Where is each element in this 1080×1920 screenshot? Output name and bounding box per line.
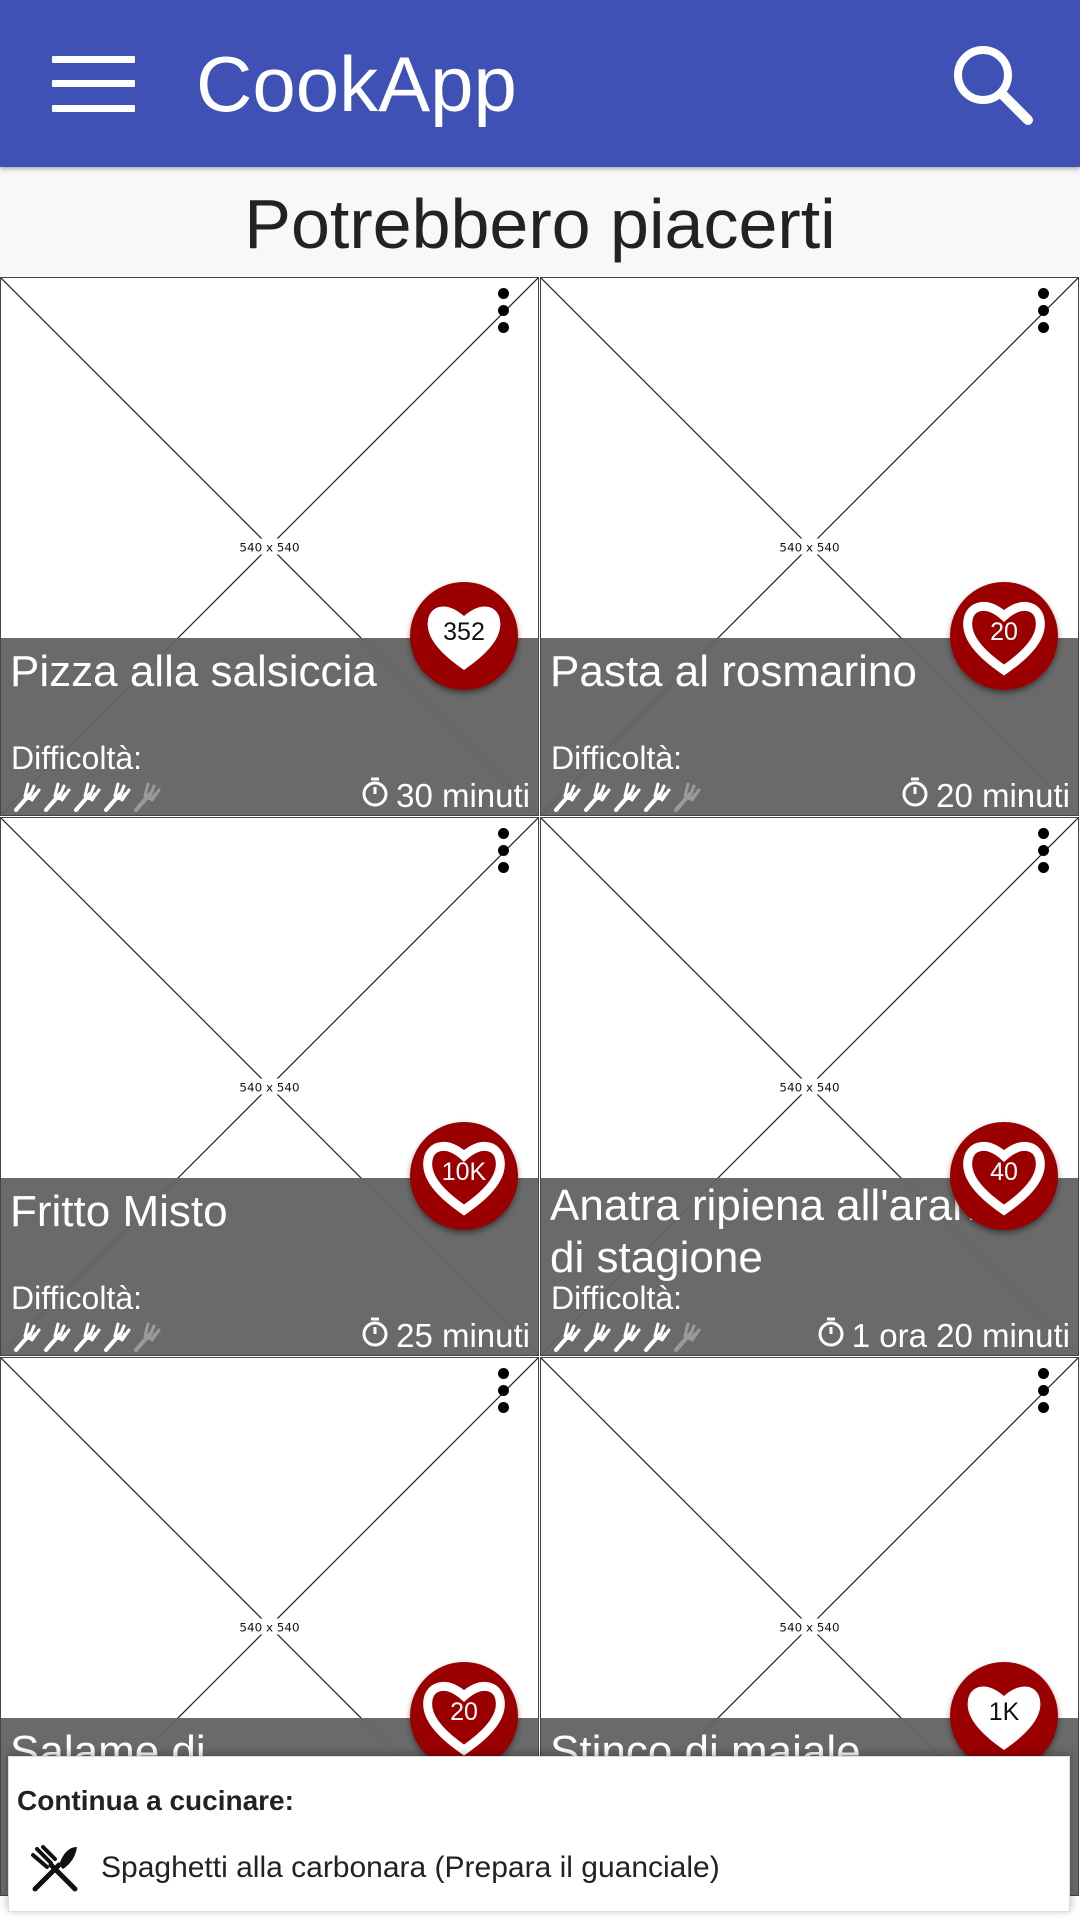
fork-icon-active bbox=[43, 1318, 73, 1352]
continue-cooking-item[interactable]: Spaghetti alla carbonara (Prepara il gua… bbox=[9, 1835, 1069, 1903]
continue-cooking-title: Continua a cucinare: bbox=[17, 1785, 294, 1816]
recipe-name: Pizza alla salsiccia bbox=[10, 647, 377, 696]
placeholder-label: 540 x 540 bbox=[779, 1620, 839, 1634]
continue-cooking-panel: Continua a cucinare: Spaghetti alla carb… bbox=[8, 1756, 1070, 1912]
recipe-name: Fritto Misto bbox=[10, 1187, 228, 1236]
fork-icon-active bbox=[613, 778, 643, 812]
like-count: 20 bbox=[450, 1698, 478, 1726]
difficulty-label: Difficoltà: bbox=[551, 1280, 683, 1316]
fork-icon-active bbox=[553, 778, 583, 812]
cook-time-text: 1 ora 20 minuti bbox=[851, 1317, 1070, 1354]
like-count: 352 bbox=[443, 618, 485, 646]
more-options-icon[interactable] bbox=[492, 826, 516, 876]
fork-icon-active bbox=[13, 1318, 43, 1352]
difficulty-label: Difficoltà: bbox=[11, 1280, 143, 1316]
continue-cooking-text: Spaghetti alla carbonara (Prepara il gua… bbox=[101, 1851, 720, 1884]
difficulty-rating bbox=[553, 778, 703, 812]
like-count: 20 bbox=[990, 618, 1018, 646]
cook-time: 30 minuti bbox=[360, 776, 530, 815]
difficulty-rating bbox=[13, 778, 163, 812]
like-count: 10K bbox=[441, 1158, 487, 1186]
like-button[interactable]: 1K bbox=[950, 1662, 1058, 1770]
timer-icon bbox=[360, 1316, 396, 1355]
recipe-card[interactable]: 540 x 540 Pasta al rosmarino Difficoltà: 20… bbox=[540, 277, 1079, 816]
fork-icon-inactive bbox=[673, 1318, 703, 1352]
fork-icon-active bbox=[583, 778, 613, 812]
fork-icon-active bbox=[553, 1318, 583, 1352]
fork-icon-active bbox=[583, 1318, 613, 1352]
like-button[interactable]: 10K bbox=[410, 1122, 518, 1230]
cook-time-text: 30 minuti bbox=[396, 777, 530, 814]
more-options-icon[interactable] bbox=[1032, 286, 1056, 336]
more-options-icon[interactable] bbox=[1032, 1366, 1056, 1416]
like-button[interactable]: 40 bbox=[950, 1122, 1058, 1230]
difficulty-label: Difficoltà: bbox=[11, 740, 143, 776]
cook-time: 25 minuti bbox=[360, 1316, 530, 1355]
placeholder-label: 540 x 540 bbox=[779, 1080, 839, 1094]
recipe-name: Pasta al rosmarino bbox=[550, 647, 917, 696]
difficulty-rating bbox=[13, 1318, 163, 1352]
placeholder-label: 540 x 540 bbox=[239, 1080, 299, 1094]
fork-icon-active bbox=[103, 778, 133, 812]
like-button[interactable]: 20 bbox=[410, 1662, 518, 1770]
fork-icon-active bbox=[103, 1318, 133, 1352]
fork-icon-active bbox=[643, 1318, 673, 1352]
timer-icon bbox=[360, 776, 396, 815]
cook-time: 1 ora 20 minuti bbox=[816, 1316, 1070, 1355]
recipe-card[interactable]: 540 x 540 Fritto Misto Difficoltà: 25 minut… bbox=[0, 817, 539, 1356]
timer-icon bbox=[900, 776, 936, 815]
fork-icon-active bbox=[643, 778, 673, 812]
placeholder-label: 540 x 540 bbox=[239, 540, 299, 554]
like-count: 1K bbox=[988, 1698, 1020, 1726]
fork-icon-active bbox=[13, 778, 43, 812]
timer-icon bbox=[816, 1316, 852, 1355]
cook-time: 20 minuti bbox=[900, 776, 1070, 815]
difficulty-rating bbox=[553, 1318, 703, 1352]
placeholder-label: 540 x 540 bbox=[239, 1620, 299, 1634]
fork-icon-inactive bbox=[133, 778, 163, 812]
fork-icon-inactive bbox=[673, 778, 703, 812]
app-title: CookApp bbox=[196, 40, 517, 128]
app-bar: CookApp bbox=[0, 0, 1080, 167]
fork-icon-active bbox=[73, 778, 103, 812]
placeholder-label: 540 x 540 bbox=[779, 540, 839, 554]
like-count: 40 bbox=[990, 1158, 1018, 1186]
cook-time-text: 25 minuti bbox=[396, 1317, 530, 1354]
cook-time-text: 20 minuti bbox=[936, 777, 1070, 814]
fork-icon-active bbox=[73, 1318, 103, 1352]
like-button[interactable]: 352 bbox=[410, 582, 518, 690]
more-options-icon[interactable] bbox=[1032, 826, 1056, 876]
more-options-icon[interactable] bbox=[492, 286, 516, 336]
like-button[interactable]: 20 bbox=[950, 582, 1058, 690]
fork-icon-active bbox=[43, 778, 73, 812]
recipe-card[interactable]: 540 x 540 Pizza alla salsiccia Difficoltà:… bbox=[0, 277, 539, 816]
fork-icon-active bbox=[613, 1318, 643, 1352]
recipe-card[interactable]: 540 x 540 Anatra ripiena all'arancia di s… bbox=[540, 817, 1079, 1356]
difficulty-label: Difficoltà: bbox=[551, 740, 683, 776]
section-title: Potrebbero piacerti bbox=[0, 170, 1080, 278]
search-icon[interactable] bbox=[950, 42, 1034, 126]
more-options-icon[interactable] bbox=[492, 1366, 516, 1416]
cutlery-icon bbox=[31, 1845, 78, 1892]
menu-icon[interactable] bbox=[52, 56, 135, 112]
fork-icon-inactive bbox=[133, 1318, 163, 1352]
